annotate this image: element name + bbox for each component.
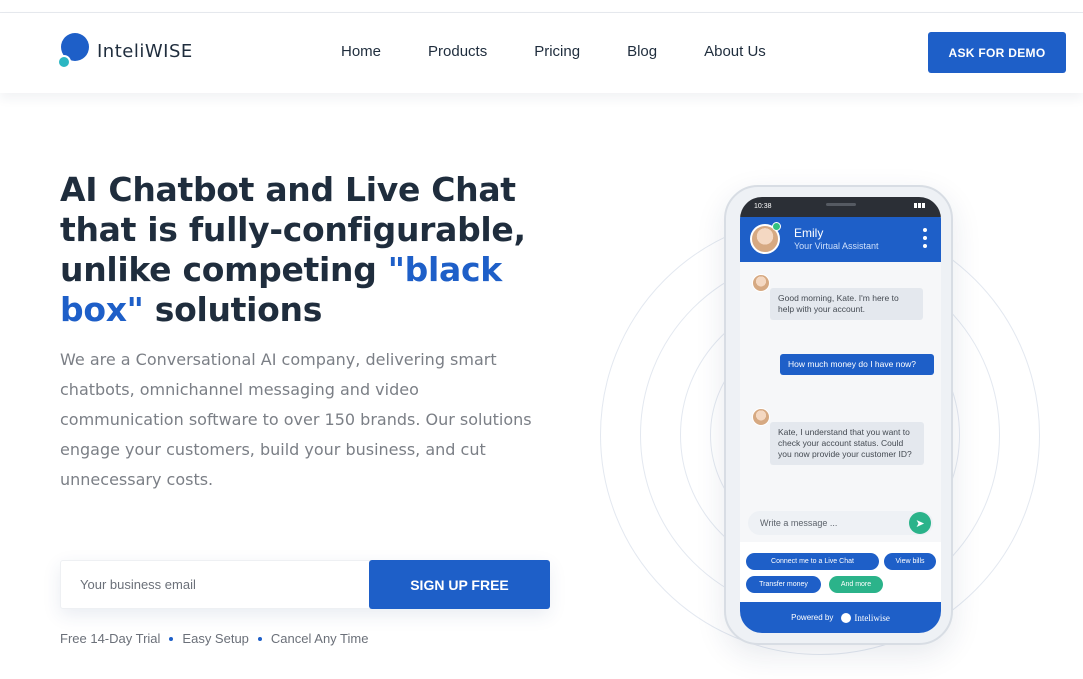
- sign-up-button[interactable]: SIGN UP FREE: [369, 560, 550, 609]
- chat-messages: Good morning, Kate. I'm here to help wit…: [740, 262, 941, 542]
- bot-message-2: Kate, I understand that you want to chec…: [770, 422, 924, 465]
- message-placeholder: Write a message ...: [760, 518, 838, 528]
- nav-blog[interactable]: Blog: [627, 43, 657, 60]
- feature-list: Free 14-Day Trial Easy Setup Cancel Any …: [60, 631, 368, 646]
- bot-avatar: [752, 274, 770, 292]
- powered-label: Powered by: [791, 613, 834, 622]
- signal-icon: [913, 203, 931, 208]
- quick-replies: Connect me to a Live Chat View bills Tra…: [740, 542, 941, 602]
- brand-logo[interactable]: InteliWISE: [57, 33, 193, 69]
- email-input[interactable]: [61, 561, 369, 608]
- online-status-icon: [772, 222, 781, 231]
- powered-by-footer: Powered by Inteliwise: [740, 602, 941, 633]
- message-input[interactable]: Write a message ... ➤: [748, 511, 933, 535]
- bot-message-1: Good morning, Kate. I'm here to help wit…: [770, 288, 923, 320]
- feature-setup: Easy Setup: [182, 631, 249, 646]
- agent-role: Your Virtual Assistant: [794, 241, 879, 251]
- feature-trial: Free 14-Day Trial: [60, 631, 161, 646]
- nav-pricing[interactable]: Pricing: [534, 43, 580, 60]
- nav-home[interactable]: Home: [341, 43, 381, 60]
- nav-about-us[interactable]: About Us: [704, 43, 766, 60]
- quick-reply-live-chat[interactable]: Connect me to a Live Chat: [746, 553, 879, 570]
- send-icon[interactable]: ➤: [909, 512, 931, 534]
- headline-tail: solutions: [143, 290, 323, 329]
- inteliwise-logo-icon: [841, 612, 852, 623]
- phone-mockup: 10:38 Emily Your Virtual Assistant Good …: [724, 185, 953, 645]
- ask-for-demo-button[interactable]: ASK FOR DEMO: [928, 32, 1066, 73]
- nav-products[interactable]: Products: [428, 43, 487, 60]
- bullet-icon: [257, 636, 262, 641]
- bot-avatar: [752, 408, 770, 426]
- phone-screen: 10:38 Emily Your Virtual Assistant Good …: [740, 197, 941, 633]
- hero-description: We are a Conversational AI company, deli…: [60, 350, 532, 489]
- logo-icon: [57, 33, 89, 69]
- powered-brand: Inteliwise: [854, 612, 890, 623]
- quick-reply-transfer-money[interactable]: Transfer money: [746, 576, 821, 593]
- quick-reply-view-bills[interactable]: View bills: [884, 553, 936, 570]
- brand-name: InteliWISE: [97, 40, 193, 62]
- bullet-icon: [169, 636, 174, 641]
- user-message-1: How much money do I have now?: [780, 354, 934, 375]
- feature-cancel: Cancel Any Time: [270, 631, 369, 646]
- signup-form: SIGN UP FREE: [60, 560, 550, 609]
- chat-header: Emily Your Virtual Assistant: [740, 217, 941, 262]
- hero-headline: AI Chatbot and Live Chat that is fully-c…: [60, 170, 530, 330]
- agent-name: Emily: [794, 226, 824, 240]
- status-bar: 10:38: [740, 197, 941, 217]
- status-time: 10:38: [754, 203, 772, 210]
- site-header: InteliWISE Home Products Pricing Blog Ab…: [0, 13, 1083, 93]
- main-nav: Home Products Pricing Blog About Us: [341, 43, 813, 60]
- quick-reply-and-more[interactable]: And more: [829, 576, 883, 593]
- more-options-icon[interactable]: [923, 228, 927, 252]
